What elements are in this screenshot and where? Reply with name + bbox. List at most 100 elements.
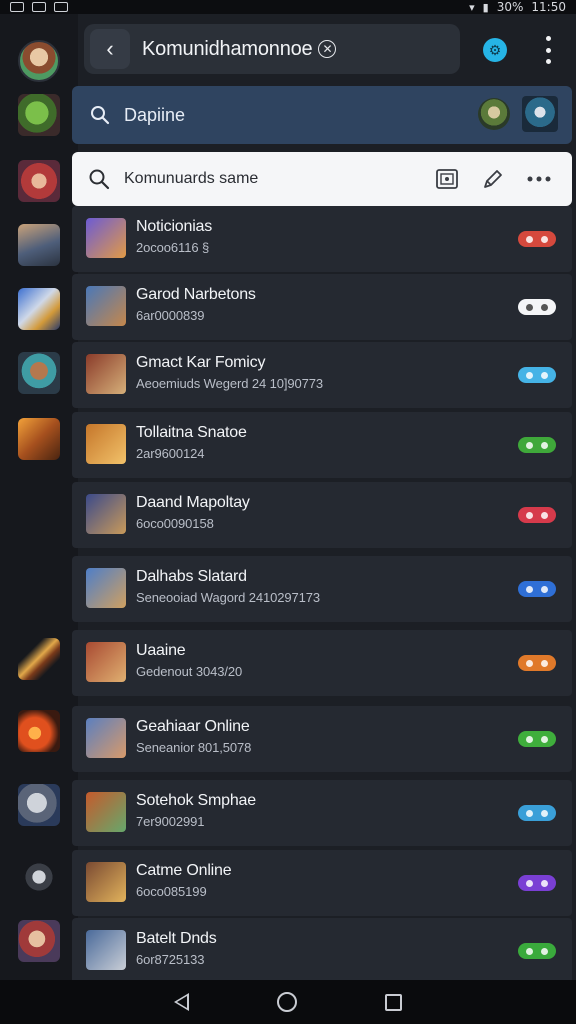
helmet-icon[interactable] bbox=[18, 784, 60, 826]
notification-icon bbox=[10, 2, 24, 12]
status-toggle[interactable] bbox=[518, 581, 556, 597]
notification-icon bbox=[54, 2, 68, 12]
status-toggle[interactable] bbox=[518, 437, 556, 453]
community-meta: 6ar0000839 bbox=[136, 308, 205, 323]
list-item[interactable]: Tollaitna Snatoe 2ar9600124 bbox=[72, 412, 572, 478]
status-toggle[interactable] bbox=[518, 507, 556, 523]
community-thumb-icon bbox=[86, 792, 126, 832]
community-meta: 6or8725133 bbox=[136, 952, 205, 967]
list-item[interactable]: Catme Online 6oco085199 bbox=[72, 850, 572, 916]
community-name: Sotehok Smphae bbox=[136, 792, 256, 809]
status-toggle[interactable] bbox=[518, 875, 556, 891]
arrow-left-icon: ‹ bbox=[106, 36, 114, 61]
community-thumb-icon bbox=[86, 642, 126, 682]
status-bar: ▾ ▮ 30% 11:50 bbox=[0, 0, 576, 14]
community-name: Noticionias bbox=[136, 218, 213, 235]
left-rail bbox=[0, 14, 78, 980]
signal-icon: ▮ bbox=[482, 0, 489, 14]
blade-icon[interactable] bbox=[18, 638, 60, 680]
status-notifications bbox=[10, 2, 68, 12]
list-item[interactable]: Sotehok Smphae 7er9002991 bbox=[72, 780, 572, 846]
clear-title-button[interactable]: ✕ bbox=[318, 40, 337, 58]
community-name: Gmact Kar Fomicy bbox=[136, 354, 266, 371]
community-thumb-icon bbox=[86, 862, 126, 902]
status-toggle[interactable] bbox=[518, 655, 556, 671]
game-thumb-icon[interactable] bbox=[522, 96, 558, 132]
status-toggle[interactable] bbox=[518, 731, 556, 747]
community-thumb-icon bbox=[86, 218, 126, 258]
status-toggle[interactable] bbox=[518, 231, 556, 247]
orc-icon[interactable] bbox=[18, 94, 60, 136]
knight-icon[interactable] bbox=[18, 224, 60, 266]
mage-icon[interactable] bbox=[18, 920, 60, 962]
pencil-icon bbox=[484, 170, 502, 188]
user-avatar-icon[interactable] bbox=[478, 98, 510, 130]
community-name: Catme Online bbox=[136, 862, 232, 879]
warrior-icon[interactable] bbox=[18, 288, 60, 330]
search-icon bbox=[89, 169, 110, 190]
community-meta: Aeoemiuds Wegerd 24 10]90773 bbox=[136, 376, 324, 391]
nav-back-icon[interactable] bbox=[174, 993, 189, 1011]
community-meta: 6oco0090158 bbox=[136, 516, 214, 531]
list-item[interactable]: Dalhabs Slatard Seneooiad Wagord 2410297… bbox=[72, 556, 572, 622]
status-toggle[interactable] bbox=[518, 805, 556, 821]
search-input-text: Komunuards same bbox=[124, 170, 259, 187]
community-meta: Seneanior 801,5078 bbox=[136, 740, 252, 755]
system-nav-bar bbox=[0, 980, 576, 1024]
community-name: Tollaitna Snatoe bbox=[136, 424, 247, 441]
community-thumb-icon bbox=[86, 568, 126, 608]
community-thumb-icon bbox=[86, 718, 126, 758]
screen: ▾ ▮ 30% 11:50 ‹ Komunidhamonnoe ✕ ⚙ Dapi… bbox=[0, 0, 576, 1024]
nav-recent-icon[interactable] bbox=[385, 993, 402, 1011]
list-item[interactable]: Garod Narbetons 6ar0000839 bbox=[72, 274, 572, 340]
community-name: Batelt Dnds bbox=[136, 930, 217, 947]
community-thumb-icon bbox=[86, 494, 126, 534]
status-toggle[interactable] bbox=[518, 299, 556, 315]
gear-icon: ⚙ bbox=[488, 41, 502, 58]
settings-button[interactable]: ⚙ bbox=[483, 38, 507, 62]
community-meta: 6oco085199 bbox=[136, 884, 207, 899]
more-vertical-icon[interactable] bbox=[538, 36, 558, 64]
gallery-button[interactable] bbox=[434, 166, 460, 192]
status-toggle[interactable] bbox=[518, 367, 556, 383]
community-meta: Gedenout 3043/20 bbox=[136, 664, 243, 679]
search-bar[interactable]: Dapiine bbox=[72, 86, 572, 144]
community-name: Geahiaar Online bbox=[136, 718, 250, 735]
battery-text: 30% bbox=[496, 0, 524, 14]
community-thumb-icon bbox=[86, 424, 126, 464]
search-label: Dapiine bbox=[124, 104, 186, 125]
community-name: Uaaine bbox=[136, 642, 186, 659]
community-thumb-icon bbox=[86, 354, 126, 394]
header: ‹ Komunidhamonnoe ✕ ⚙ bbox=[78, 14, 576, 84]
ellipsis-icon bbox=[527, 176, 551, 182]
more-horizontal-icon[interactable] bbox=[526, 166, 552, 192]
status-right: ▾ ▮ 30% 11:50 bbox=[469, 0, 566, 14]
community-name: Garod Narbetons bbox=[136, 286, 256, 303]
profile-avatar[interactable] bbox=[18, 40, 60, 82]
fire-icon[interactable] bbox=[18, 710, 60, 752]
notification-icon bbox=[32, 2, 46, 12]
back-button[interactable]: ‹ bbox=[90, 29, 130, 69]
community-name: Dalhabs Slatard bbox=[136, 568, 247, 585]
title-pill: ‹ Komunidhamonnoe ✕ bbox=[84, 24, 460, 74]
star-emblem-icon[interactable] bbox=[18, 856, 60, 898]
status-toggle[interactable] bbox=[518, 943, 556, 959]
nav-home-icon[interactable] bbox=[277, 992, 297, 1012]
page-title: Komunidhamonnoe bbox=[142, 37, 313, 60]
list-item[interactable]: Daand Mapoltay 6oco0090158 bbox=[72, 482, 572, 548]
list-item[interactable]: Batelt Dnds 6or8725133 bbox=[72, 918, 572, 984]
list-item[interactable]: Uaaine Gedenout 3043/20 bbox=[72, 630, 572, 696]
tank-icon[interactable] bbox=[18, 418, 60, 460]
search-input[interactable]: Komunuards same bbox=[72, 152, 572, 206]
community-meta: 2ar9600124 bbox=[136, 446, 205, 461]
jester-icon[interactable] bbox=[18, 160, 60, 202]
robot-icon[interactable] bbox=[18, 352, 60, 394]
community-meta: 2ocoo6116 § bbox=[136, 240, 210, 255]
close-icon: ✕ bbox=[322, 42, 333, 56]
list-item[interactable]: Geahiaar Online Seneanior 801,5078 bbox=[72, 706, 572, 772]
clock: 11:50 bbox=[531, 0, 566, 14]
list-item[interactable]: Gmact Kar Fomicy Aeoemiuds Wegerd 24 10]… bbox=[72, 342, 572, 408]
list-item[interactable]: Noticionias 2ocoo6116 § bbox=[72, 206, 572, 272]
edit-button[interactable] bbox=[480, 166, 506, 192]
community-thumb-icon bbox=[86, 286, 126, 326]
